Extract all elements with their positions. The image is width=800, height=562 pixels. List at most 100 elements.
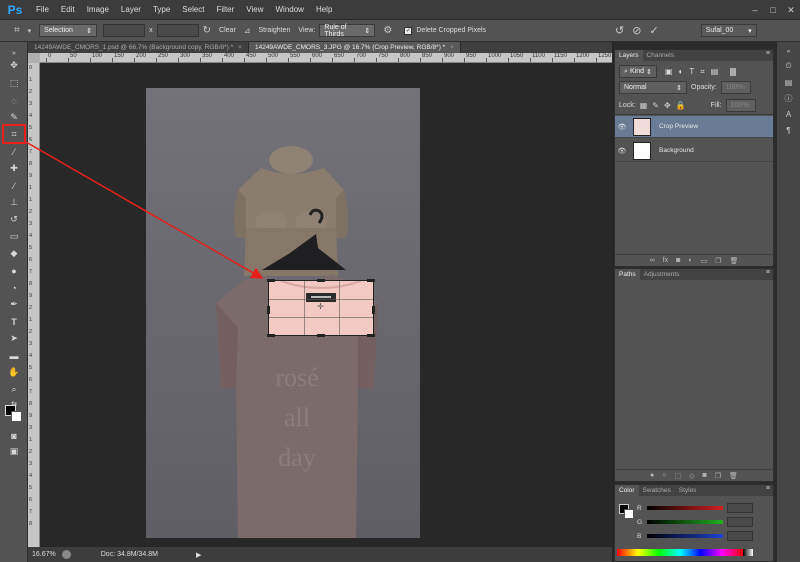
fx-icon[interactable]: fx — [663, 257, 668, 264]
minimize-button[interactable]: – — [746, 0, 764, 20]
width-field[interactable] — [103, 24, 146, 37]
stroke-path-icon[interactable]: ○ — [662, 472, 666, 479]
lock-icons[interactable]: ▦✎✥🔒 — [640, 101, 691, 110]
crop-tool-icon[interactable]: ⌗ — [14, 25, 20, 36]
crop-handle-left[interactable] — [267, 306, 270, 314]
menu-edit[interactable]: Edit — [55, 0, 81, 20]
character-icon[interactable]: A — [781, 108, 796, 120]
workspace-select[interactable]: Sufal_00 ▾ — [700, 24, 757, 37]
paint-bucket-tool-icon[interactable]: ◆ — [5, 246, 23, 261]
layer-filter-select[interactable]: ⌕ Kind ⇕ — [619, 65, 657, 78]
mask-icon[interactable]: ◙ — [703, 472, 707, 479]
link-icon[interactable]: ∞ — [650, 257, 655, 264]
path-selection-tool-icon[interactable]: ➤ — [5, 331, 23, 346]
background-color-swatch[interactable] — [624, 509, 634, 519]
panel-menu-icon[interactable]: ≡ — [766, 50, 770, 57]
history-icon[interactable]: ⏲ — [781, 60, 796, 72]
crop-mode-select[interactable]: Selection ⇕ — [39, 24, 98, 37]
zoom-level[interactable]: 16.67% — [32, 551, 56, 558]
menu-view[interactable]: View — [240, 0, 269, 20]
background-color-swatch[interactable] — [11, 411, 22, 422]
visibility-eye-icon[interactable]: 👁 — [615, 123, 629, 131]
ruler-origin[interactable] — [28, 53, 40, 63]
crop-handle-top-right[interactable] — [367, 279, 375, 282]
healing-brush-tool-icon[interactable]: ✚ — [5, 161, 23, 176]
properties-icon[interactable]: ▤ — [781, 76, 796, 88]
rectangle-tool-icon[interactable]: ▬ — [5, 348, 23, 363]
marquee-tool-icon[interactable]: ⬚ — [5, 76, 23, 91]
reset-icon[interactable]: ↺ — [615, 24, 624, 37]
eraser-tool-icon[interactable]: ▭ — [5, 229, 23, 244]
close-button[interactable]: ✕ — [782, 0, 800, 20]
make-path-icon[interactable]: ◇ — [689, 472, 694, 480]
panel-menu-icon[interactable]: ≡ — [766, 269, 770, 276]
blue-value-field[interactable] — [727, 531, 753, 541]
tab-channels[interactable]: Channels — [643, 50, 678, 61]
tab-color[interactable]: Color — [615, 485, 639, 496]
straighten-icon[interactable]: ⊿ — [244, 26, 251, 35]
tool-preset-dropdown-icon[interactable]: ▾ — [28, 27, 32, 35]
screen-mode-icon[interactable]: ▣ — [5, 444, 23, 459]
canvas-area[interactable]: rosé all day ✛ — [40, 63, 612, 547]
hand-tool-icon[interactable]: ✋ — [5, 365, 23, 380]
opacity-field[interactable]: 100% › — [720, 81, 751, 94]
tab-adjustments[interactable]: Adjustments — [640, 269, 684, 280]
crop-handle-top-left[interactable] — [267, 279, 275, 282]
quick-mask-icon[interactable]: ◙ — [5, 428, 23, 443]
tab-document-1[interactable]: 14249AWDE_CMORS_1.psd @ 66.7% (Backgroun… — [28, 42, 249, 53]
paragraph-icon[interactable]: ¶ — [781, 124, 796, 136]
tab-layers[interactable]: Layers — [615, 50, 643, 61]
swap-icon[interactable]: ↻ — [203, 25, 211, 36]
status-menu-icon[interactable] — [61, 550, 71, 559]
menu-type[interactable]: Type — [147, 0, 176, 20]
zoom-tool-icon[interactable]: ⌕ — [5, 382, 23, 397]
crop-handle-right[interactable] — [372, 306, 375, 314]
crop-preview-box[interactable]: ✛ — [267, 279, 375, 337]
visibility-eye-icon[interactable]: 👁 — [615, 147, 629, 155]
mask-icon[interactable]: ◙ — [676, 257, 680, 264]
menu-file[interactable]: File — [30, 0, 55, 20]
menu-image[interactable]: Image — [81, 0, 115, 20]
tab-paths[interactable]: Paths — [615, 269, 640, 280]
tab-swatches[interactable]: Swatches — [639, 485, 675, 496]
maximize-button[interactable]: □ — [764, 0, 782, 20]
cancel-icon[interactable]: ⊘ — [632, 24, 641, 37]
menu-layer[interactable]: Layer — [115, 0, 147, 20]
menu-window[interactable]: Window — [270, 0, 310, 20]
close-icon[interactable]: × — [238, 44, 242, 51]
menu-help[interactable]: Help — [310, 0, 338, 20]
green-value-field[interactable] — [727, 517, 753, 527]
menu-select[interactable]: Select — [176, 0, 210, 20]
new-path-icon[interactable]: ❐ — [715, 472, 721, 480]
eyedropper-tool-icon[interactable]: ⁄ — [5, 144, 23, 159]
move-tool-icon[interactable]: ✥ — [5, 58, 23, 73]
clear-button[interactable]: Clear — [219, 27, 236, 34]
green-slider[interactable] — [647, 520, 723, 524]
load-selection-icon[interactable]: ⬚ — [675, 472, 682, 480]
brush-tool-icon[interactable]: ∕ — [5, 178, 23, 193]
close-icon[interactable]: × — [450, 44, 454, 51]
layer-filter-icons[interactable]: ▣◐T⌗▤ — [665, 67, 724, 77]
trash-icon[interactable]: 🗑 — [729, 472, 738, 480]
crop-handle-bottom-right[interactable] — [367, 334, 375, 337]
blur-tool-icon[interactable]: ● — [5, 263, 23, 278]
red-slider[interactable] — [647, 506, 723, 510]
tab-styles[interactable]: Styles — [675, 485, 701, 496]
color-spectrum[interactable] — [617, 549, 743, 556]
dodge-tool-icon[interactable]: ◔ — [5, 280, 23, 295]
red-value-field[interactable] — [727, 503, 753, 513]
blend-mode-select[interactable]: Normal ⇕ — [619, 81, 687, 94]
trash-icon[interactable]: 🗑 — [729, 257, 738, 265]
lasso-tool-icon[interactable]: ◌ — [5, 93, 23, 108]
new-layer-icon[interactable]: ❐ — [715, 257, 721, 265]
horizontal-ruler[interactable]: 0 50 100 150 200 250 300 350 400 450 500 550 600 650 7… — [40, 53, 612, 63]
panel-menu-icon[interactable]: ≡ — [766, 485, 770, 492]
crop-handle-bottom-left[interactable] — [267, 334, 275, 337]
commit-icon[interactable]: ✓ — [649, 24, 658, 37]
quick-selection-tool-icon[interactable]: ✎ — [5, 110, 23, 125]
menu-filter[interactable]: Filter — [211, 0, 241, 20]
history-brush-tool-icon[interactable]: ↺ — [5, 212, 23, 227]
collapse-panels-icon[interactable]: « — [781, 46, 796, 58]
blue-slider[interactable] — [647, 534, 723, 538]
crop-handle-top[interactable] — [317, 279, 325, 282]
